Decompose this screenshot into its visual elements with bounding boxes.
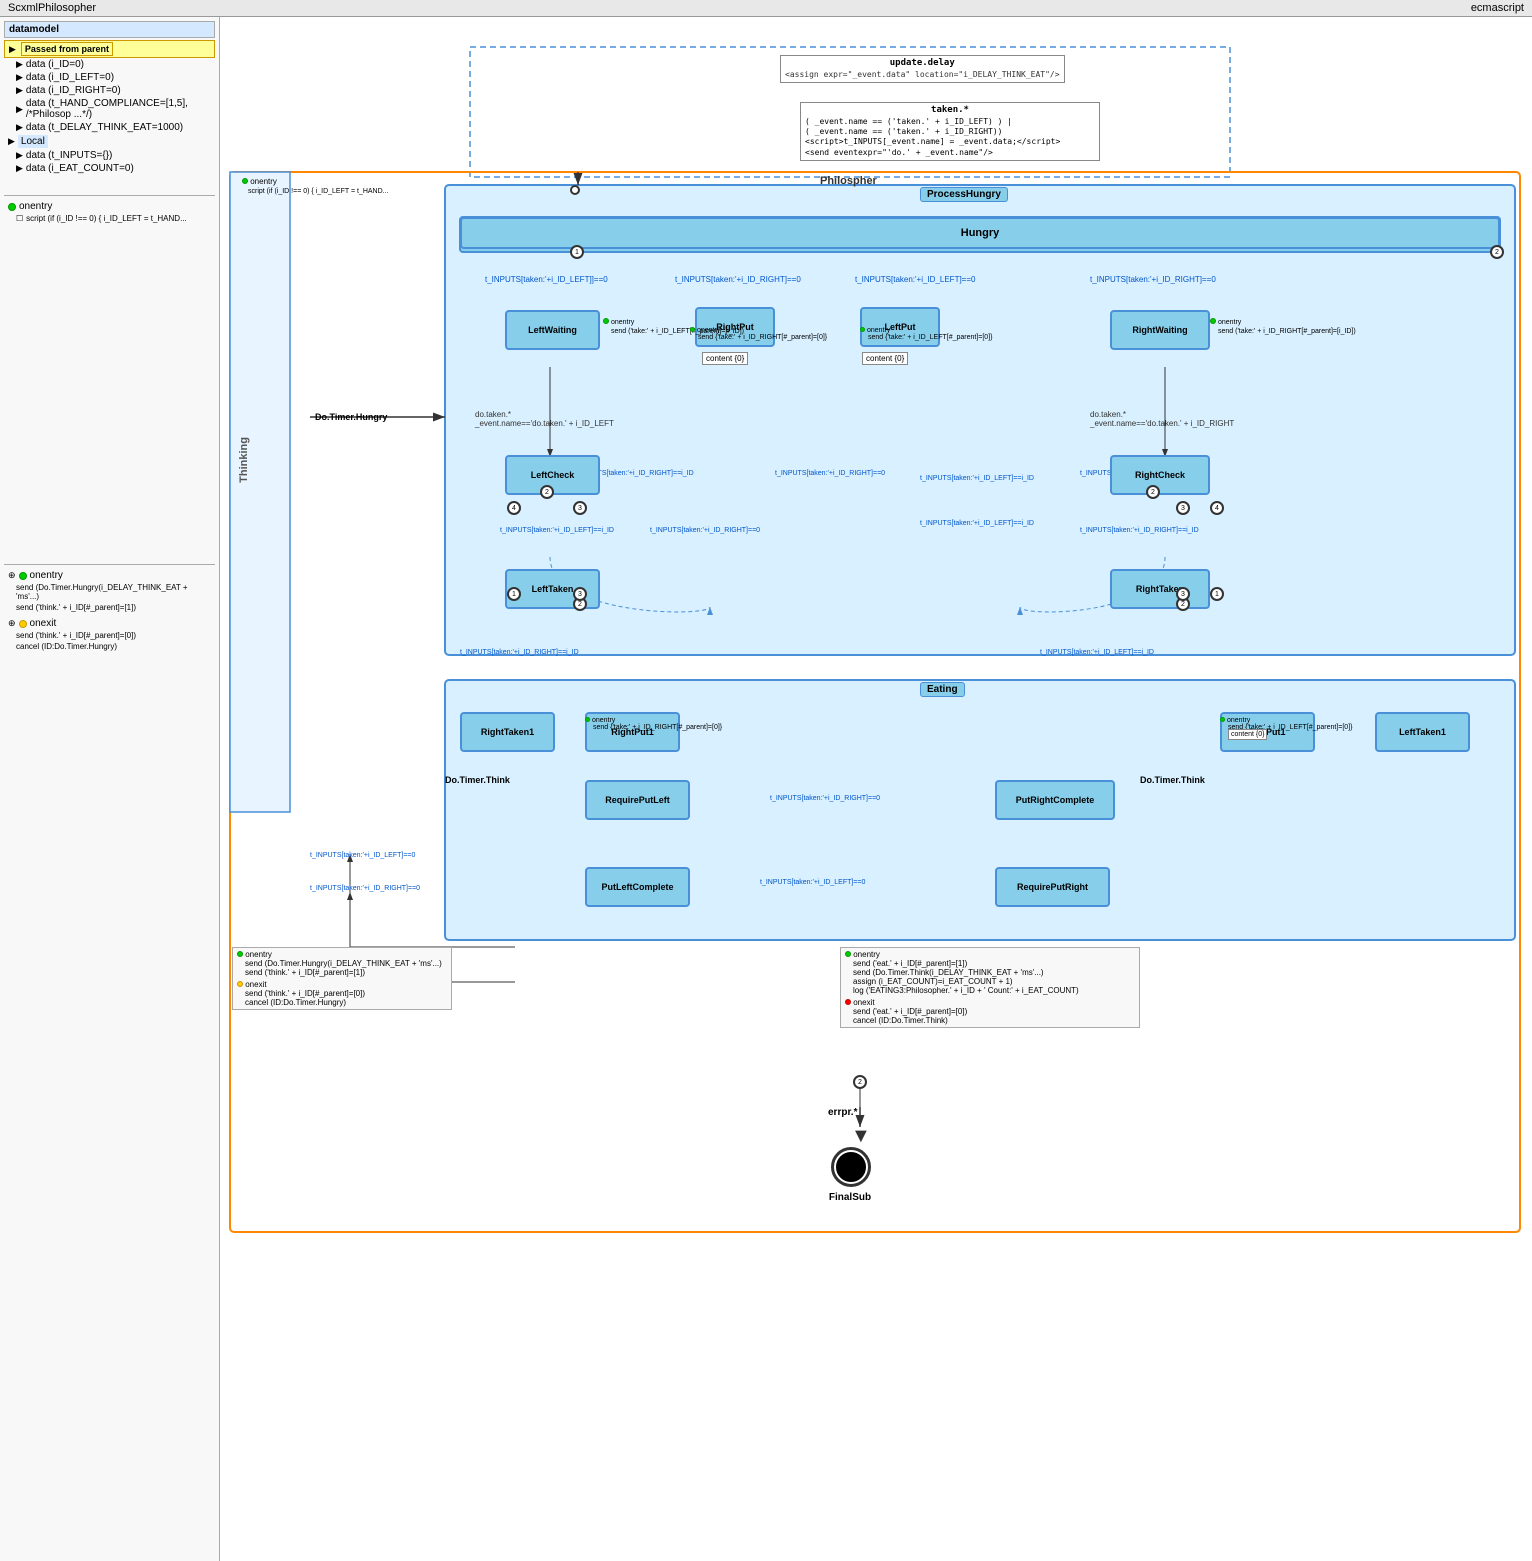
content-area: datamodel ▶ Passed from parent ▶ data (i… (0, 17, 1532, 1561)
do-taken-left: do.taken.*_event.name=='do.taken.' + i_I… (475, 410, 614, 428)
leftcheck-conn3: 3 (573, 501, 587, 515)
rightwaiting-onentry: onentry send ('take:' + i_ID_RIGHT[#_par… (1210, 317, 1356, 335)
data-delay: ▶ data (t_DELAY_THINK_EAT=1000) (4, 121, 215, 134)
trans-label-3: t_INPUTS[taken:'+i_ID_LEFT]==0 (855, 275, 975, 284)
title-right: ecmascript (1471, 2, 1524, 14)
taken-box: taken.* ( _event.name == ('taken.' + i_I… (800, 102, 1100, 161)
outside-trans-1: t_INPUTS[taken:'+i_ID_LEFT]==0 (310, 852, 415, 859)
processHungry-label: ProcessHungry (920, 187, 1008, 202)
outside-trans-2: t_INPUTS[taken:'+i_ID_RIGHT]==0 (310, 885, 420, 892)
rightWaiting-state: RightWaiting (1110, 310, 1210, 350)
philosopher-label: Philospher (820, 175, 877, 187)
data-eat-count: ▶ data (i_EAT_COUNT=0) (4, 162, 215, 175)
data-id-left: ▶ data (i_ID_LEFT=0) (4, 71, 215, 84)
rightcheck-conn2: 2 (1146, 485, 1160, 499)
connector-1: 1 (570, 245, 584, 259)
requirePutLeft-state: RequirePutLeft (585, 780, 690, 820)
trans-rtaken-1: t_INPUTS[taken:'+i_ID_RIGHT]==i_ID (1080, 527, 1199, 534)
sidebar-header: datamodel (4, 21, 215, 38)
onentry-section: onentry ☐ script (if (i_ID !== 0) { i_ID… (4, 195, 215, 224)
onentry-dot (8, 203, 16, 211)
requirePutRight-state: RequirePutRight (995, 867, 1110, 907)
righttaken-conn3: 3 (1176, 587, 1190, 601)
update-delay-box: update.delay <assign expr="_event.data" … (780, 55, 1065, 83)
eating-label: Eating (920, 682, 965, 697)
philosopher-onentry: onentry script (if (i_ID !== 0) { i_ID_L… (242, 177, 389, 195)
passed-from-parent: ▶ Passed from parent (4, 40, 215, 58)
putLeftComplete-state: PutLeftComplete (585, 867, 690, 907)
trans-bottom-left: t_INPUTS[taken:'+i_ID_RIGHT]==i_ID (460, 649, 579, 656)
thinking-onentry-box: onentry send (Do.Timer.Hungry(i_DELAY_TH… (232, 947, 452, 1010)
rightTaken1-state: RightTaken1 (460, 712, 555, 752)
diagram-area: update.delay <assign expr="_event.data" … (220, 17, 1530, 1557)
lefttaken-conn1: 1 (507, 587, 521, 601)
eating-trans-2: t_INPUTS[taken:'+i_ID_LEFT]==0 (760, 879, 865, 886)
eating-trans-1: t_INPUTS[taken:'+i_ID_RIGHT]==0 (770, 795, 880, 802)
top-bar: ScxmlPhilosopher ecmascript (0, 0, 1532, 17)
connector-2: 2 (1490, 245, 1504, 259)
trans-label-4: t_INPUTS[taken:'+i_ID_RIGHT]==0 (1090, 275, 1216, 284)
do-taken-right: do.taken.*_event.name=='do.taken.' + i_I… (1090, 410, 1234, 428)
local-section: ▶ Local (4, 134, 215, 149)
righttaken-conn1: 1 (1210, 587, 1224, 601)
trans-ltaken-1: t_INPUTS[taken:'+i_ID_LEFT]==i_ID (500, 527, 614, 534)
eating-onentry-box: onentry send ('eat.' + i_ID[#_parent]=[1… (840, 947, 1140, 1028)
rightcheck-conn4: 4 (1210, 501, 1224, 515)
rightTaken-state: RightTaken (1110, 569, 1210, 609)
init-state-1 (570, 185, 580, 195)
rightcheck-conn3: 3 (1176, 501, 1190, 515)
trans-ltaken-3: t_INPUTS[taken:'+i_ID_LEFT]==i_ID (920, 475, 1034, 482)
leftTaken1-state: LeftTaken1 (1375, 712, 1470, 752)
do-timer-think-right: Do.Timer.Think (1140, 775, 1205, 785)
bottom-actions: ⊕ onentry send (Do.Timer.Hungry(i_DELAY_… (4, 564, 215, 652)
trans-bottom-right: t_INPUTS[taken:'+i_ID_LEFT]==i_ID (1040, 649, 1154, 656)
data-id-right: ▶ data (i_ID_RIGHT=0) (4, 84, 215, 97)
final-arrow: ▼ (851, 1125, 871, 1148)
rightCheck-state: RightCheck (1110, 455, 1210, 495)
data-id: ▶ data (i_ID=0) (4, 58, 215, 71)
main-container: ScxmlPhilosopher ecmascript datamodel ▶ … (0, 0, 1532, 1561)
rightput-content: content {0} (702, 352, 748, 365)
bottom-conn-2: 2 (853, 1075, 867, 1089)
trans-label-1: t_INPUTS[taken:'+i_ID_LEFT]]==0 (485, 275, 608, 284)
hungry-state: Hungry (460, 217, 1500, 249)
do-timer-think-left: Do.Timer.Think (445, 775, 510, 785)
errpr-label: errpr.* (828, 1107, 857, 1118)
title-left: ScxmlPhilosopher (8, 2, 96, 14)
do-timer-hungry: Do.Timer.Hungry (315, 412, 387, 422)
leftWaiting-state: LeftWaiting (505, 310, 600, 350)
rightput1-onentry: onentry send {'take:' + i_ID_RIGHT[#_par… (585, 717, 722, 731)
leftput-content: content {0} (862, 352, 908, 365)
rightput-send: onentry send {'take:' + i_ID_RIGHT[#_par… (690, 327, 827, 341)
trans-ltaken-2: t_INPUTS[taken:'+i_ID_RIGHT]==0 (650, 527, 760, 534)
final-circle (836, 1152, 866, 1182)
lefttaken-conn3: 3 (573, 587, 587, 601)
leftput1-onentry: onentry send {'take:' + i_ID_LEFT[#_pare… (1220, 717, 1352, 738)
leftcheck-conn2: 2 (540, 485, 554, 499)
sidebar: datamodel ▶ Passed from parent ▶ data (i… (0, 17, 220, 1561)
main-canvas: update.delay <assign expr="_event.data" … (220, 17, 1532, 1561)
trans-label-2: t_INPUTS[taken:'+i_ID_RIGHT]==0 (675, 275, 801, 284)
trans-lcheck-2: t_INPUTS[taken:'+i_ID_RIGHT]==0 (775, 470, 885, 477)
thinking-label: Thinking (238, 437, 250, 483)
finalsub-label: FinalSub (820, 1192, 880, 1203)
leftcheck-conn4: 4 (507, 501, 521, 515)
data-hand-compliance: ▶ data (t_HAND_COMPLIANCE=[1,5], /*Philo… (4, 97, 215, 121)
passed-from-label: Passed from parent (21, 42, 113, 56)
data-inputs: ▶ data (t_INPUTS={}) (4, 149, 215, 162)
leftput-send: onentry send {'take:' + i_ID_LEFT[#_pare… (860, 327, 992, 341)
trans-rcheck-1: t_INPUTS[taken:'+i_ID_LEFT]==i_ID (920, 520, 1034, 527)
putRightComplete-state: PutRightComplete (995, 780, 1115, 820)
